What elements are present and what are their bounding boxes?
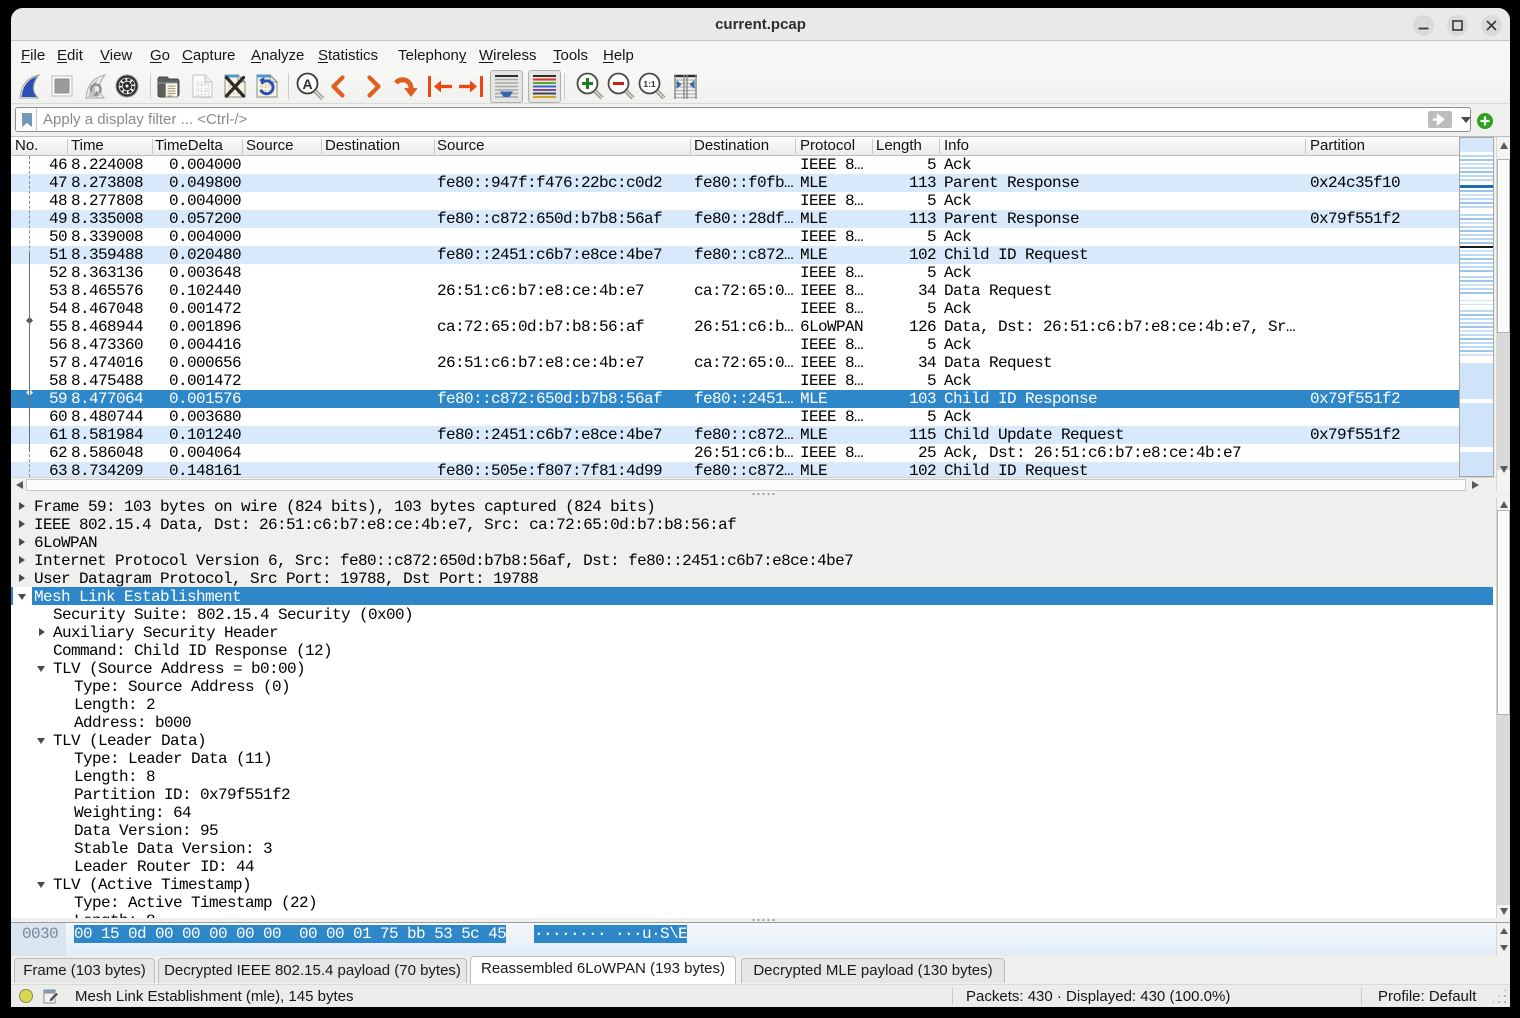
svg-text:1:1: 1:1 <box>643 79 656 89</box>
svg-text:0111: 0111 <box>196 93 211 99</box>
svg-text:A: A <box>302 76 312 92</box>
